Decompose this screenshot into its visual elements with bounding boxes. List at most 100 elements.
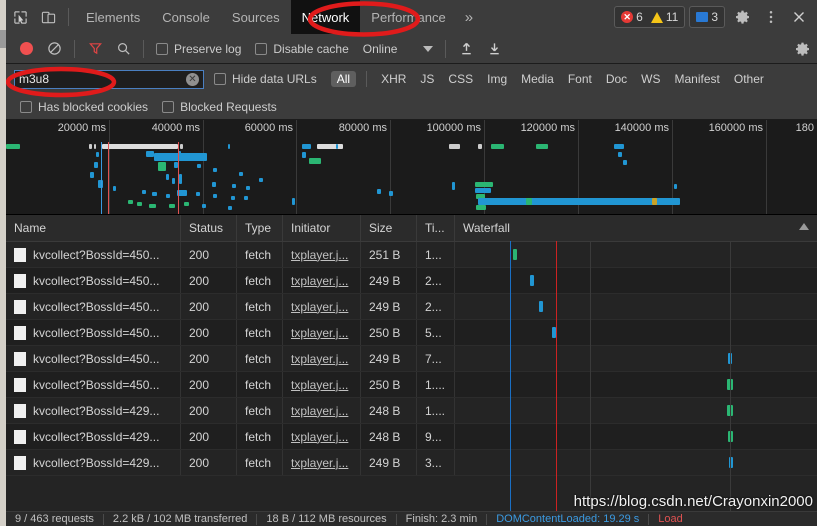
record-button-icon[interactable] — [12, 36, 40, 62]
table-row[interactable]: kvcollect?BossId=450... 200 fetch txplayer.… — [6, 346, 817, 372]
close-icon[interactable] — [785, 4, 813, 30]
initiator-link[interactable]: txplayer.j... — [291, 456, 348, 470]
grid-header-row[interactable]: Name Status Type Initiator Size Ti... Waterfal… — [6, 215, 817, 242]
table-row[interactable]: kvcollect?BossId=450... 200 fetch txplayer.… — [6, 294, 817, 320]
initiator-link[interactable]: txplayer.j... — [291, 378, 348, 392]
tab-performance[interactable]: Performance — [360, 0, 456, 34]
overview-request-bar — [526, 198, 532, 205]
sort-ascending-icon[interactable] — [799, 223, 809, 230]
cell-name: kvcollect?BossId=450... — [6, 294, 181, 319]
clear-input-icon[interactable]: ✕ — [186, 72, 199, 86]
cell-size: 251 B — [361, 242, 417, 267]
size-value: 249 B — [369, 455, 401, 470]
overview-tick-label: 80000 ms — [338, 122, 387, 134]
tab-network[interactable]: Network — [290, 0, 361, 34]
type-filter-xhr[interactable]: XHR — [375, 71, 412, 87]
issues-badge-group[interactable]: ✕ 6 11 — [614, 6, 686, 28]
blocked-requests-checkbox[interactable]: Blocked Requests — [162, 100, 277, 114]
column-header-label: Initiator — [291, 221, 331, 235]
hide-data-urls-checkbox[interactable]: Hide data URLs — [214, 72, 317, 86]
column-header-status[interactable]: Status — [181, 215, 237, 241]
device-toolbar-icon[interactable] — [34, 4, 62, 30]
type-filter-media[interactable]: Media — [515, 71, 560, 87]
gear-icon[interactable] — [729, 4, 757, 30]
initiator-link[interactable]: txplayer.j... — [291, 248, 348, 262]
initiator-link[interactable]: txplayer.j... — [291, 404, 348, 418]
column-header-waterfall[interactable]: Waterfall — [455, 215, 817, 241]
initiator-link[interactable]: txplayer.j... — [291, 326, 348, 340]
filter-input[interactable] — [19, 72, 186, 86]
type-filter-js[interactable]: JS — [414, 71, 440, 87]
error-count: 6 — [636, 10, 643, 24]
kebab-menu-icon[interactable] — [757, 4, 785, 30]
type-filter-css[interactable]: CSS — [442, 71, 479, 87]
document-file-icon — [14, 273, 26, 288]
cell-initiator: txplayer.j... — [283, 372, 361, 397]
throttling-dropdown[interactable]: Online — [363, 42, 434, 56]
overview-request-bar — [652, 198, 657, 205]
import-har-icon[interactable] — [452, 36, 480, 62]
network-toolbar: Preserve log Disable cache Online — [6, 34, 817, 64]
initiator-link[interactable]: txplayer.j... — [291, 430, 348, 444]
overview-dcl-line — [101, 142, 102, 214]
table-row[interactable]: kvcollect?BossId=450... 200 fetch txplayer.… — [6, 320, 817, 346]
table-row[interactable]: kvcollect?BossId=450... 200 fetch txplayer.… — [6, 242, 817, 268]
column-header-type[interactable]: Type — [237, 215, 283, 241]
tab-sources[interactable]: Sources — [221, 0, 291, 34]
status-value: 200 — [189, 455, 210, 470]
initiator-link[interactable]: txplayer.j... — [291, 352, 348, 366]
column-header-size[interactable]: Size — [361, 215, 417, 241]
type-filter-other[interactable]: Other — [728, 71, 770, 87]
size-value: 249 B — [369, 299, 401, 314]
cell-time: 3... — [417, 450, 455, 475]
filter-input-wrapper[interactable]: ✕ — [14, 69, 204, 89]
type-filter-font[interactable]: Font — [562, 71, 598, 87]
table-row[interactable]: kvcollect?BossId=429... 200 fetch txplayer.… — [6, 424, 817, 450]
message-icon — [696, 12, 709, 22]
cell-initiator: txplayer.j... — [283, 320, 361, 345]
cell-status: 200 — [181, 268, 237, 293]
inspect-cursor-icon[interactable] — [6, 4, 34, 30]
overview-tick-label: 160000 ms — [708, 122, 763, 134]
tab-console[interactable]: Console — [151, 0, 221, 34]
has-blocked-cookies-checkbox[interactable]: Has blocked cookies — [20, 100, 148, 114]
document-file-icon — [14, 377, 26, 392]
type-filter-ws[interactable]: WS — [635, 71, 666, 87]
network-overview-timeline[interactable]: 20000 ms 40000 ms 60000 ms 80000 ms 100000 m… — [6, 120, 817, 215]
type-filter-img[interactable]: Img — [481, 71, 513, 87]
document-file-icon — [14, 325, 26, 340]
size-value: 251 B — [369, 247, 401, 262]
table-row[interactable]: kvcollect?BossId=429... 200 fetch txplayer.… — [6, 398, 817, 424]
filter-funnel-icon[interactable] — [81, 36, 109, 62]
cell-waterfall — [455, 398, 817, 423]
status-value: 200 — [189, 403, 210, 418]
network-settings-gear-icon[interactable] — [789, 36, 817, 62]
request-name: kvcollect?BossId=450... — [33, 247, 160, 262]
tab-elements[interactable]: Elements — [75, 0, 151, 34]
network-requests-grid[interactable]: Name Status Type Initiator Size Ti... Waterfal… — [6, 215, 817, 511]
type-filter-doc[interactable]: Doc — [600, 71, 633, 87]
messages-badge-group[interactable]: 3 — [689, 6, 725, 28]
initiator-link[interactable]: txplayer.j... — [291, 300, 348, 314]
export-har-icon[interactable] — [480, 36, 508, 62]
table-row[interactable]: kvcollect?BossId=450... 200 fetch txplayer.… — [6, 268, 817, 294]
table-row[interactable]: kvcollect?BossId=450... 200 fetch txplayer.… — [6, 372, 817, 398]
cell-waterfall — [455, 450, 817, 475]
column-header-initiator[interactable]: Initiator — [283, 215, 361, 241]
column-header-name[interactable]: Name — [6, 215, 181, 241]
overview-request-bar — [231, 196, 235, 200]
initiator-link[interactable]: txplayer.j... — [291, 274, 348, 288]
preserve-log-checkbox[interactable]: Preserve log — [156, 42, 241, 56]
search-icon[interactable] — [109, 36, 137, 62]
overview-request-bar — [302, 144, 311, 149]
type-filter-all[interactable]: All — [330, 71, 357, 87]
cell-time: 2... — [417, 294, 455, 319]
clear-button-icon[interactable] — [40, 36, 68, 62]
more-tabs-button[interactable]: » — [457, 9, 481, 26]
type-filter-manifest[interactable]: Manifest — [669, 71, 726, 87]
column-header-time[interactable]: Ti... — [417, 215, 455, 241]
disable-cache-checkbox[interactable]: Disable cache — [255, 42, 349, 56]
cell-status: 200 — [181, 320, 237, 345]
table-row[interactable]: kvcollect?BossId=429... 200 fetch txplayer.… — [6, 450, 817, 476]
column-header-label: Ti... — [425, 221, 445, 235]
